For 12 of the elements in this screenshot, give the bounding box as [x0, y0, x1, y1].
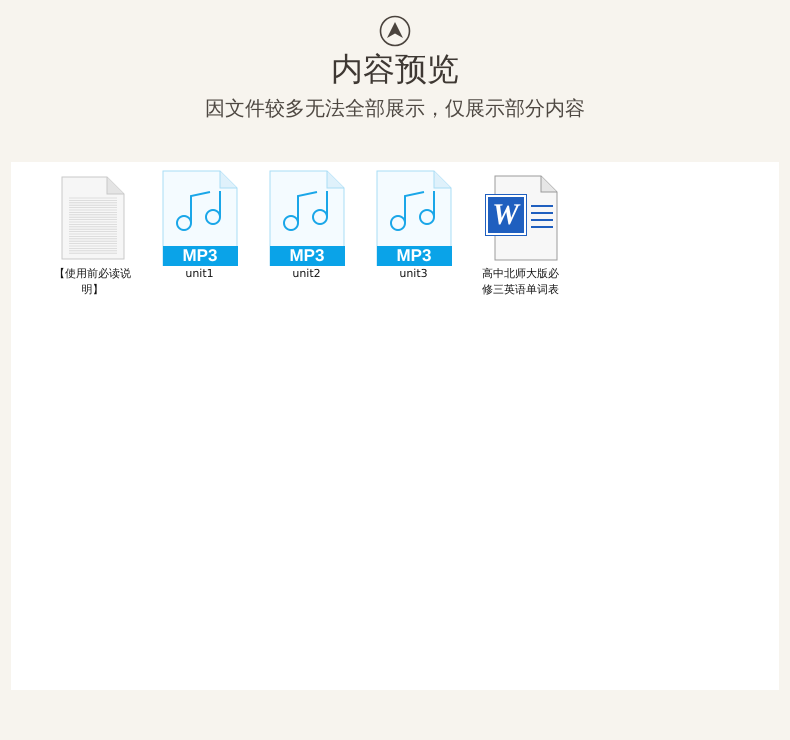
word-logo: W	[486, 195, 526, 235]
collapse-icon[interactable]	[379, 15, 411, 47]
file-name[interactable]: unit1	[160, 266, 240, 282]
page-title: 内容预览	[331, 49, 459, 89]
file-type-label: MP3	[376, 246, 452, 266]
page-subtitle: 因文件较多无法全部展示，仅展示部分内容	[205, 95, 585, 121]
file-type-label: MP3	[162, 246, 238, 266]
file-name[interactable]: unit2	[266, 266, 346, 282]
file-type-label: MP3	[270, 246, 344, 266]
file-name[interactable]: 高中北师大版必修三英语单词表	[480, 266, 560, 298]
file-name[interactable]: unit3	[374, 266, 454, 282]
file-name[interactable]: 【使用前必读说明】	[52, 266, 132, 298]
